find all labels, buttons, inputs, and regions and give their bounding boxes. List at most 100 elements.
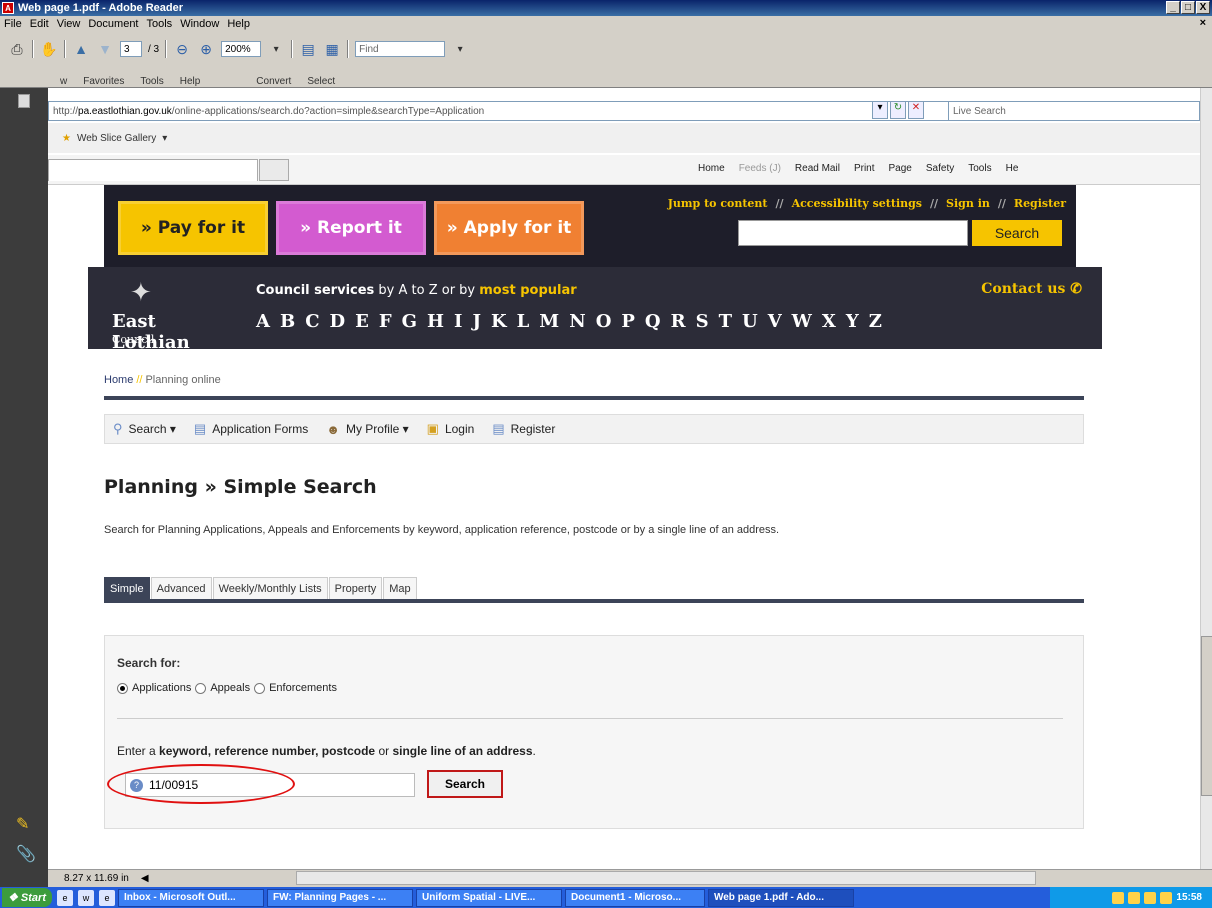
scroll-left-icon[interactable]: ◀	[141, 873, 149, 884]
previous-page-icon[interactable]: ▲	[72, 40, 90, 58]
minimize-button[interactable]: _	[1166, 1, 1180, 14]
tray-icon[interactable]	[1160, 891, 1173, 904]
site-search-button[interactable]: Search	[972, 220, 1062, 246]
task-fw-planning[interactable]: FW: Planning Pages - ...	[266, 888, 413, 907]
maximize-button[interactable]: □	[1181, 1, 1195, 14]
tab-weekly-monthly-lists[interactable]: Weekly/Monthly Lists	[212, 577, 328, 600]
az-link[interactable]: R	[671, 311, 686, 332]
menu-view[interactable]: View	[57, 18, 81, 30]
task-uniform-spatial[interactable]: Uniform Spatial - LIVE...	[415, 888, 562, 907]
document-close-button[interactable]: ×	[1200, 17, 1206, 29]
az-link[interactable]: P	[621, 311, 635, 332]
tab-map[interactable]: Map	[383, 577, 417, 600]
site-search-input[interactable]	[738, 220, 968, 246]
contact-us-link[interactable]: Contact us ✆	[981, 281, 1082, 297]
subnav-my-profile[interactable]: ☻ My Profile ▾	[326, 422, 408, 437]
breadcrumb-home[interactable]: Home	[104, 374, 133, 386]
zoom-out-icon[interactable]: ⊖	[173, 40, 191, 58]
az-link[interactable]: X	[822, 311, 836, 332]
az-link[interactable]: C	[305, 311, 319, 332]
az-link[interactable]: K	[491, 311, 507, 332]
az-link[interactable]: G	[402, 311, 417, 332]
attachments-icon[interactable]: 📎	[16, 844, 36, 864]
menu-file[interactable]: File	[4, 18, 22, 30]
zoom-in-icon[interactable]: ⊕	[197, 40, 215, 58]
az-link[interactable]: Q	[645, 311, 661, 332]
subnav-login[interactable]: ▣ Login	[427, 421, 475, 437]
accessibility-settings-link[interactable]: Accessibility settings	[792, 197, 922, 210]
az-link[interactable]: I	[454, 311, 462, 332]
pages-icon[interactable]	[18, 94, 30, 108]
radio-appeals[interactable]	[195, 682, 207, 694]
menu-window[interactable]: Window	[180, 18, 219, 30]
most-popular-link[interactable]: most popular	[479, 283, 576, 298]
task-outlook[interactable]: Inbox - Microsoft Outl...	[117, 888, 264, 907]
tray-icon[interactable]	[1128, 891, 1141, 904]
az-link[interactable]: Y	[846, 311, 859, 332]
start-button[interactable]: ❖ Start	[2, 888, 52, 907]
az-link[interactable]: U	[742, 311, 758, 332]
menu-edit[interactable]: Edit	[30, 18, 49, 30]
quicklaunch-icon[interactable]: w	[77, 889, 94, 906]
system-tray: 15:58	[1050, 887, 1212, 908]
hand-icon[interactable]: ✋	[40, 40, 58, 58]
fit-page-icon[interactable]: ▦	[323, 40, 341, 58]
horizontal-scrollbar[interactable]	[296, 871, 1036, 885]
az-link[interactable]: B	[280, 311, 295, 332]
tab-advanced[interactable]: Advanced	[150, 577, 212, 600]
menu-tools[interactable]: Tools	[147, 18, 173, 30]
tab-simple[interactable]: Simple	[104, 577, 150, 600]
task-document1[interactable]: Document1 - Microso...	[564, 888, 705, 907]
pay-for-it-button[interactable]: » Pay for it	[118, 201, 268, 255]
find-dropdown-icon[interactable]: ▾	[451, 40, 469, 58]
search-button[interactable]: Search	[427, 770, 503, 798]
az-link[interactable]: T	[719, 311, 732, 332]
tab-property[interactable]: Property	[328, 577, 383, 600]
quicklaunch-icon[interactable]: e	[56, 889, 73, 906]
az-link[interactable]: O	[596, 311, 612, 332]
jump-to-content-link[interactable]: Jump to content	[668, 197, 768, 210]
az-link[interactable]: M	[539, 311, 559, 332]
print-icon[interactable]: ⎙	[8, 40, 26, 58]
subnav-register[interactable]: ▤ Register	[492, 421, 555, 437]
radio-applications[interactable]	[117, 682, 128, 694]
zoom-dropdown-icon[interactable]: ▾	[267, 40, 285, 58]
az-link[interactable]: J	[472, 311, 481, 332]
tray-icon[interactable]	[1112, 891, 1125, 904]
apply-for-it-button[interactable]: » Apply for it	[434, 201, 584, 255]
sign-in-link[interactable]: Sign in	[946, 197, 990, 210]
find-input[interactable]: Find	[355, 41, 446, 57]
scrollbar-thumb[interactable]	[1201, 636, 1212, 796]
page-number-input[interactable]: 3	[120, 41, 142, 57]
az-link[interactable]: L	[517, 311, 530, 332]
zoom-select[interactable]: 200%	[221, 41, 262, 57]
az-link[interactable]: W	[792, 311, 812, 332]
subnav-search[interactable]: ⚲ Search ▾	[113, 421, 176, 437]
report-it-button[interactable]: » Report it	[276, 201, 426, 255]
az-link[interactable]: F	[379, 311, 392, 332]
az-link[interactable]: E	[355, 311, 369, 332]
register-link[interactable]: Register	[1014, 197, 1066, 210]
quicklaunch-icon[interactable]: e	[98, 889, 115, 906]
next-page-icon[interactable]: ▼	[96, 40, 114, 58]
menu-document[interactable]: Document	[88, 18, 138, 30]
az-link[interactable]: H	[427, 311, 444, 332]
east-lothian-logo[interactable]: ✦ East Lothian Council	[108, 277, 238, 353]
az-link[interactable]: N	[569, 311, 585, 332]
az-link[interactable]: D	[330, 311, 346, 332]
page-title: Planning » Simple Search	[104, 476, 377, 498]
fit-width-icon[interactable]: ▤	[299, 40, 317, 58]
tray-icon[interactable]	[1144, 891, 1157, 904]
close-button[interactable]: X	[1196, 1, 1210, 14]
az-link[interactable]: Z	[869, 311, 882, 332]
az-link[interactable]: A	[256, 311, 270, 332]
subnav-application-forms[interactable]: ▤ Application Forms	[194, 421, 308, 437]
az-link[interactable]: V	[768, 311, 782, 332]
menu-help[interactable]: Help	[227, 18, 250, 30]
vertical-scrollbar[interactable]	[1200, 88, 1212, 874]
comments-icon[interactable]: ✎	[16, 814, 29, 834]
task-web-page-pdf[interactable]: Web page 1.pdf - Ado...	[707, 888, 854, 907]
page-size: 8.27 x 11.69 in	[64, 873, 129, 884]
az-link[interactable]: S	[696, 311, 709, 332]
radio-enforcements[interactable]	[254, 682, 266, 694]
